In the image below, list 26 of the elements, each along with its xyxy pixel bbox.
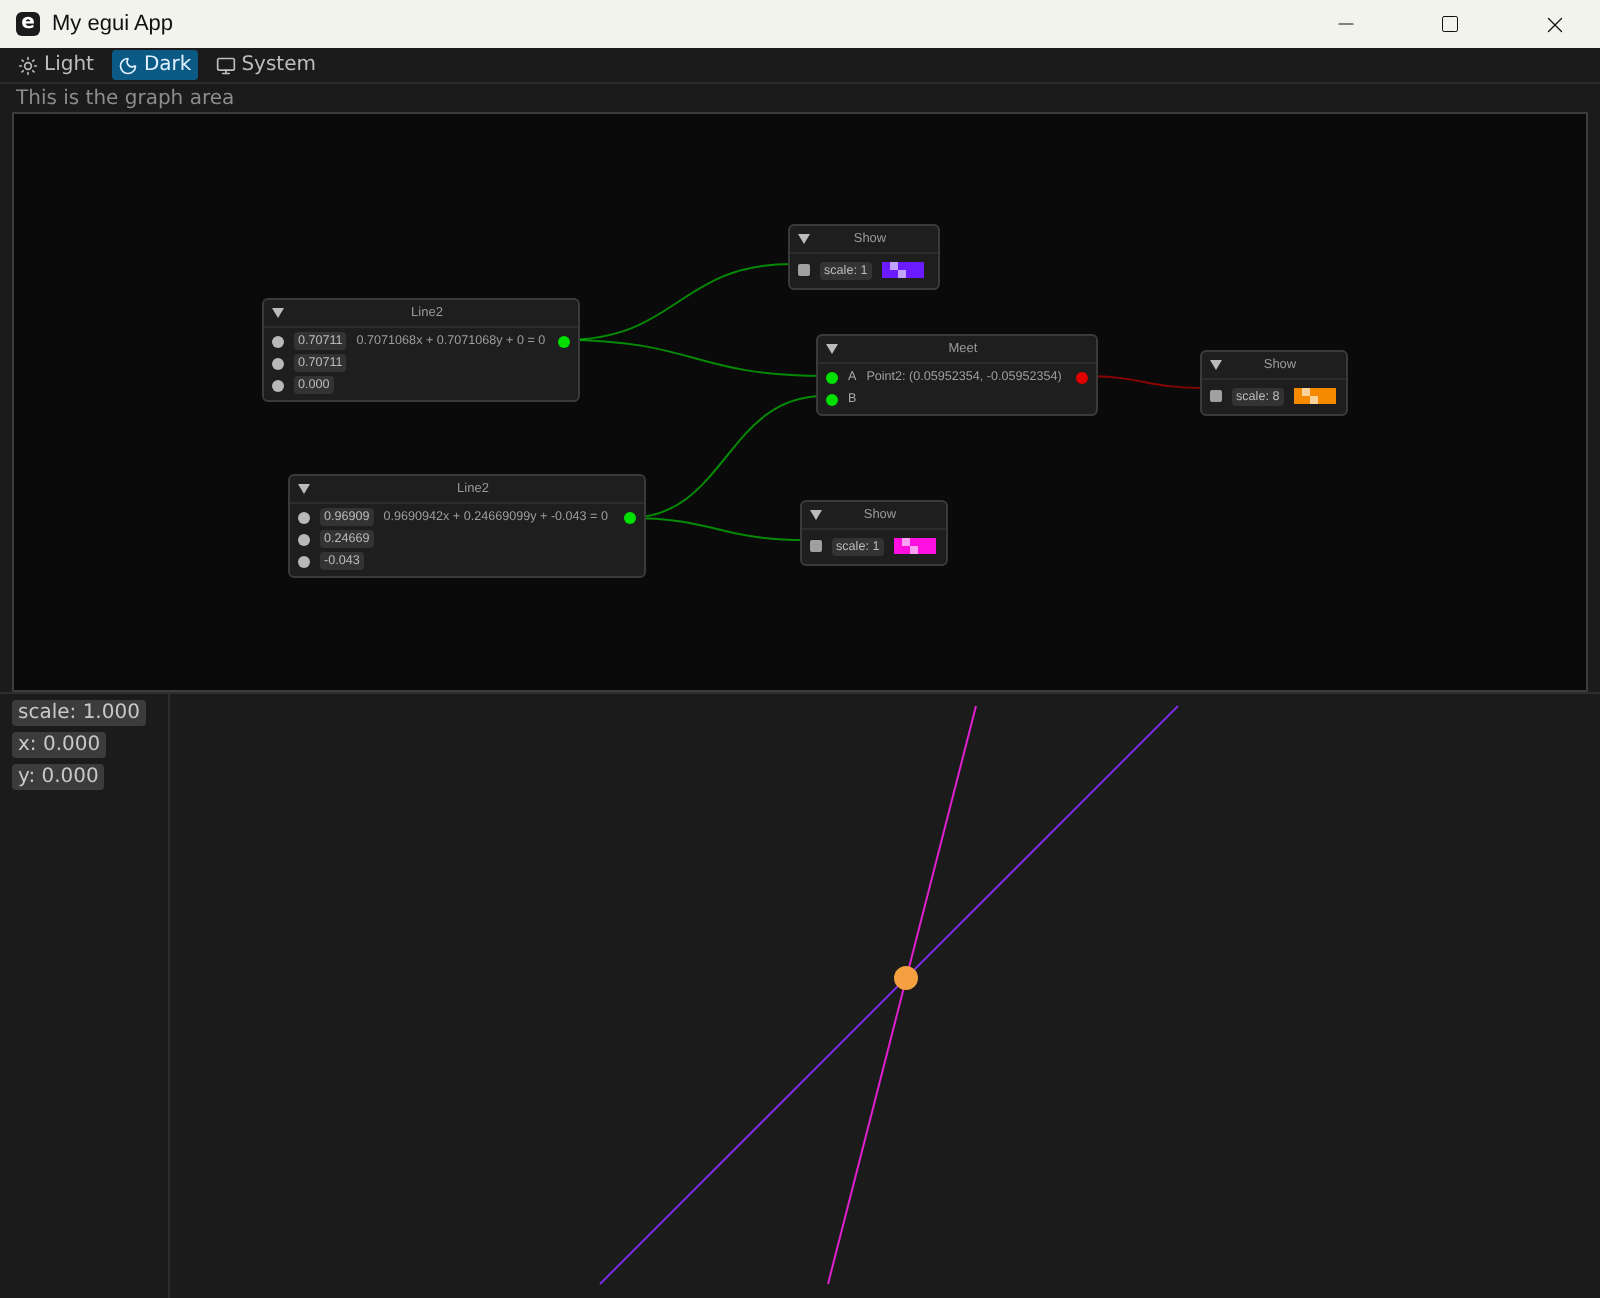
collapse-icon[interactable] — [298, 484, 310, 494]
output-port[interactable] — [624, 511, 636, 523]
input-port[interactable] — [810, 540, 822, 552]
output-port[interactable] — [558, 335, 570, 347]
collapse-icon[interactable] — [272, 308, 284, 318]
collapse-icon[interactable] — [810, 510, 822, 520]
intersection-point — [894, 966, 918, 990]
input-port[interactable] — [1210, 390, 1222, 402]
readout-label: y: 0.000 — [12, 764, 105, 790]
theme-tab[interactable]: System — [209, 50, 322, 80]
readout-label: x: 0.000 — [12, 732, 107, 758]
monitor-icon — [215, 55, 236, 75]
collapse-icon[interactable] — [1210, 360, 1222, 370]
readout-label: scale: 1.000 — [12, 700, 146, 726]
collapse-icon[interactable] — [798, 234, 810, 244]
app-icon: e — [16, 12, 40, 36]
window-title: My egui App — [52, 12, 176, 36]
collapse-icon[interactable] — [826, 344, 838, 354]
sun-icon — [18, 55, 38, 75]
graph-label: This is the graph area — [16, 88, 235, 110]
input-port[interactable] — [798, 264, 810, 276]
moon-icon — [117, 55, 138, 75]
node-graph-canvas[interactable] — [12, 112, 1588, 692]
theme-tab[interactable]: Light — [12, 50, 100, 80]
maximize-icon — [1440, 14, 1460, 34]
theme-tab[interactable]: Dark — [111, 50, 198, 80]
